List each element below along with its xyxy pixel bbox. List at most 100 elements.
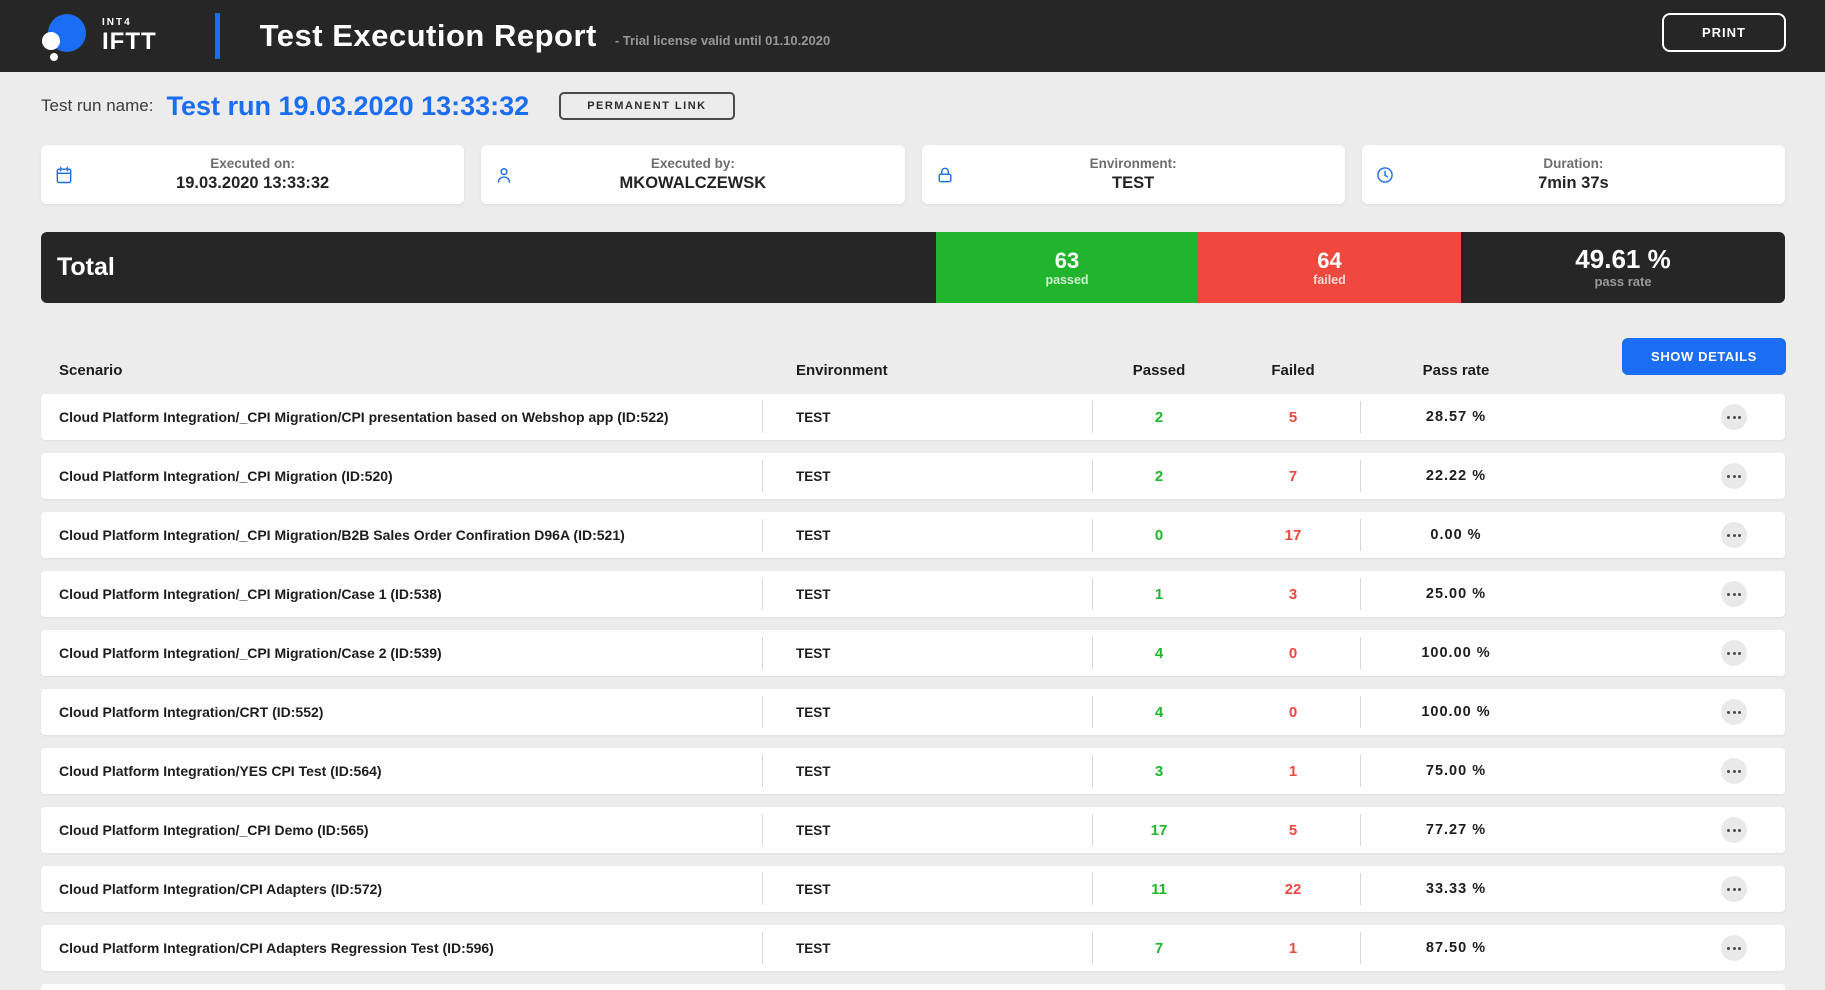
failed-cell: 5 xyxy=(1226,409,1360,426)
column-divider xyxy=(1092,401,1093,433)
column-divider xyxy=(1360,814,1361,846)
column-divider xyxy=(1360,460,1361,492)
table-row: Cloud Platform Integration/_CPI Migratio… xyxy=(41,453,1785,499)
column-divider xyxy=(762,519,763,551)
pass-rate-cell: 75.00 % xyxy=(1360,763,1552,779)
table-header: Scenario Environment Passed Failed Pass … xyxy=(41,356,1785,384)
card-executed-on: Executed on: 19.03.2020 13:33:32 xyxy=(41,145,464,204)
table-row: Cloud Platform Integration/_CPI Migratio… xyxy=(41,571,1785,617)
column-header-failed: Failed xyxy=(1226,362,1360,379)
table-row: Cloud Platform Integration/_CPI Migratio… xyxy=(41,394,1785,440)
column-divider xyxy=(1360,578,1361,610)
scenario-cell: Cloud Platform Integration/_CPI Migratio… xyxy=(41,468,762,484)
column-header-pass-rate: Pass rate xyxy=(1360,362,1552,379)
header-divider xyxy=(215,13,220,59)
card-value: 7min 37s xyxy=(1538,174,1609,193)
column-divider xyxy=(1092,696,1093,728)
passed-count: 63 xyxy=(1055,248,1079,273)
test-run-name-label: Test run name: xyxy=(41,96,153,116)
brand-top-label: INT4 xyxy=(102,18,157,28)
passed-cell: 0 xyxy=(1092,527,1226,544)
scenario-cell: Cloud Platform Integration/_CPI Demo (ID… xyxy=(41,822,762,838)
card-value: MKOWALCZEWSK xyxy=(620,174,767,193)
row-more-options-button[interactable] xyxy=(1721,935,1747,961)
column-divider xyxy=(1092,637,1093,669)
scenario-cell: Cloud Platform Integration/_CPI Migratio… xyxy=(41,527,762,543)
column-divider xyxy=(762,637,763,669)
summary-pass-rate: 49.61 % pass rate xyxy=(1461,232,1785,303)
more-options-icon xyxy=(1727,770,1730,773)
card-label: Executed by: xyxy=(651,156,735,171)
row-more-options-button[interactable] xyxy=(1721,817,1747,843)
failed-cell: 17 xyxy=(1226,527,1360,544)
passed-cell: 2 xyxy=(1092,468,1226,485)
card-label: Environment: xyxy=(1090,156,1177,171)
row-more-options-button[interactable] xyxy=(1721,640,1747,666)
int4-iftt-logo: INT4 IFTT xyxy=(38,10,157,62)
pass-rate-cell: 87.50 % xyxy=(1360,940,1552,956)
more-options-icon xyxy=(1727,593,1730,596)
column-divider xyxy=(762,401,763,433)
environment-cell: TEST xyxy=(762,410,1092,425)
failed-cell: 22 xyxy=(1226,881,1360,898)
card-value: 19.03.2020 13:33:32 xyxy=(176,174,329,193)
pass-rate-label: pass rate xyxy=(1594,275,1651,290)
column-divider xyxy=(1360,401,1361,433)
row-more-options-button[interactable] xyxy=(1721,522,1747,548)
logo-text: INT4 IFTT xyxy=(102,18,157,54)
passed-cell: 2 xyxy=(1092,409,1226,426)
permanent-link-button[interactable]: PERMANENT LINK xyxy=(559,92,734,120)
summary-passed: 63 passed xyxy=(936,232,1198,303)
summary-failed: 64 failed xyxy=(1198,232,1461,303)
column-divider xyxy=(762,460,763,492)
row-more-options-button[interactable] xyxy=(1721,463,1747,489)
environment-cell: TEST xyxy=(762,823,1092,838)
table-row: Cloud Platform Integration/_CPI Migratio… xyxy=(41,630,1785,676)
column-header-scenario: Scenario xyxy=(41,362,762,379)
summary-bar: Total 63 passed 64 failed 49.61 % pass r… xyxy=(41,232,1785,303)
environment-cell: TEST xyxy=(762,646,1092,661)
column-divider xyxy=(1092,873,1093,905)
more-options-icon xyxy=(1727,888,1730,891)
column-divider xyxy=(1092,932,1093,964)
column-divider xyxy=(762,814,763,846)
print-button[interactable]: PRINT xyxy=(1662,13,1786,52)
info-cards: Executed on: 19.03.2020 13:33:32 Execute… xyxy=(41,145,1785,204)
more-options-icon xyxy=(1727,416,1730,419)
pass-rate-cell: 33.33 % xyxy=(1360,881,1552,897)
table-row: Cloud Platform Integration/_CPI Demo (ID… xyxy=(41,807,1785,853)
row-more-options-button[interactable] xyxy=(1721,581,1747,607)
row-more-options-button[interactable] xyxy=(1721,876,1747,902)
scenario-cell: Cloud Platform Integration/CPI Adapters … xyxy=(41,940,762,956)
test-run-section: Test run name: Test run 19.03.2020 13:33… xyxy=(41,86,735,126)
calendar-icon xyxy=(54,165,74,185)
failed-cell: 7 xyxy=(1226,468,1360,485)
column-divider xyxy=(1360,873,1361,905)
more-options-icon xyxy=(1727,947,1730,950)
failed-cell: 1 xyxy=(1226,763,1360,780)
row-more-options-button[interactable] xyxy=(1721,699,1747,725)
more-options-icon xyxy=(1727,652,1730,655)
pass-rate-cell: 100.00 % xyxy=(1360,645,1552,661)
row-more-options-button[interactable] xyxy=(1721,404,1747,430)
environment-cell: TEST xyxy=(762,705,1092,720)
license-note: - Trial license valid until 01.10.2020 xyxy=(615,33,830,48)
card-value: TEST xyxy=(1112,174,1154,193)
table-row: Cloud Platform Integration/CRT (ID:552) … xyxy=(41,689,1785,735)
passed-cell: 4 xyxy=(1092,704,1226,721)
row-more-options-button[interactable] xyxy=(1721,758,1747,784)
pass-rate-cell: 0.00 % xyxy=(1360,527,1552,543)
column-divider xyxy=(1360,637,1361,669)
pass-rate-cell: 22.22 % xyxy=(1360,468,1552,484)
column-divider xyxy=(1092,519,1093,551)
user-icon xyxy=(494,165,514,185)
lock-icon xyxy=(935,165,955,185)
passed-cell: 1 xyxy=(1092,586,1226,603)
test-run-name-link[interactable]: Test run 19.03.2020 13:33:32 xyxy=(166,91,529,122)
brand-bottom-label: IFTT xyxy=(102,30,157,54)
column-divider xyxy=(1092,460,1093,492)
failed-cell: 0 xyxy=(1226,645,1360,662)
table-row-partial xyxy=(41,984,1785,990)
card-executed-by: Executed by: MKOWALCZEWSK xyxy=(481,145,904,204)
card-label: Duration: xyxy=(1543,156,1603,171)
